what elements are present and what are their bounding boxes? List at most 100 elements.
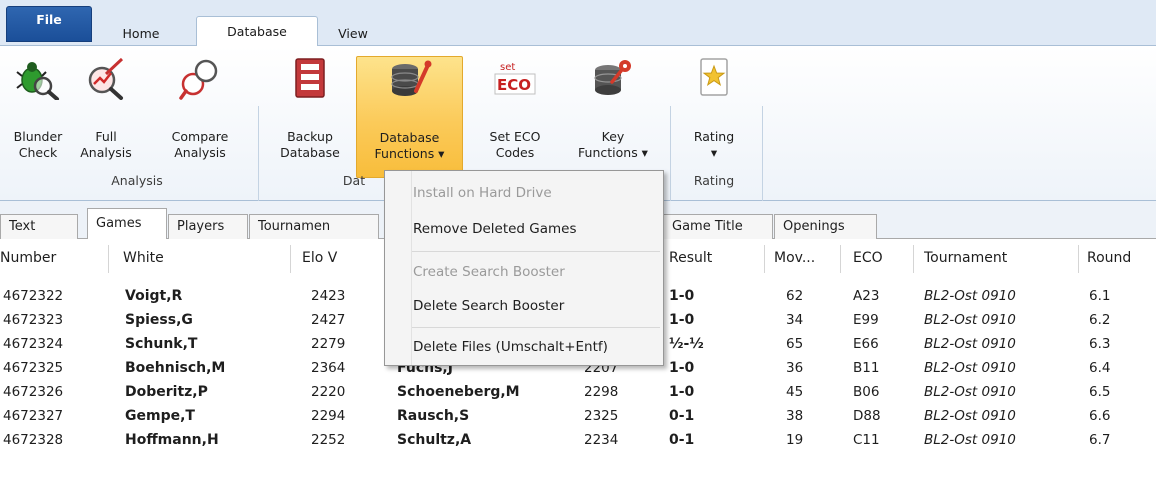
tab-database[interactable]: Database xyxy=(196,16,318,47)
label-line: Key xyxy=(601,129,625,144)
column-header-eco[interactable]: ECO xyxy=(853,239,913,277)
column-header-tournament[interactable]: Tournament xyxy=(924,239,1074,277)
tab-players[interactable]: Players xyxy=(168,214,248,240)
cell-black: Schoeneberg,M xyxy=(397,384,520,400)
cell-elo-white: 2423 xyxy=(311,288,346,304)
menu-item-delete-files[interactable]: Delete Files (Umschalt+Entf) xyxy=(386,330,662,364)
database-functions-menu: Install on Hard Drive Remove Deleted Gam… xyxy=(384,170,664,366)
cell-number: 4672323 xyxy=(3,312,64,328)
column-header-elo-white[interactable]: Elo V xyxy=(302,239,382,277)
cell-elo-white: 2252 xyxy=(311,432,346,448)
label-line: Check xyxy=(18,145,58,160)
label-line: Full xyxy=(95,129,117,144)
bug-magnifier-icon xyxy=(16,62,59,100)
cell-white: Gempe,T xyxy=(125,408,195,424)
column-divider[interactable] xyxy=(840,245,841,273)
column-header-number[interactable]: Number xyxy=(0,239,100,277)
cell-result: ½-½ xyxy=(669,336,704,352)
column-divider[interactable] xyxy=(290,245,291,273)
cell-black: Rausch,S xyxy=(397,408,470,424)
label-line: Functions ▾ xyxy=(578,145,648,160)
column-header-round[interactable]: Round xyxy=(1087,239,1156,277)
compare-analysis-button[interactable]: Compare Analysis xyxy=(162,56,238,178)
cell-tournament: BL2-Ost 0910 xyxy=(924,384,1016,400)
cell-tournament: BL2-Ost 0910 xyxy=(924,312,1016,328)
cell-tournament: BL2-Ost 0910 xyxy=(924,360,1016,376)
ribbon-tab-strip: File Home Database View xyxy=(0,0,1156,47)
compare-magnifier-icon xyxy=(179,59,218,100)
table-row[interactable]: 4672326 Doberitz,P 2220 Schoeneberg,M 22… xyxy=(0,380,1156,404)
eco-icon-small-text: set xyxy=(500,62,515,73)
star-rating-icon xyxy=(700,58,728,96)
cell-result: 1-0 xyxy=(669,312,695,328)
blunder-check-button[interactable]: Blunder Check xyxy=(8,56,68,178)
database-wrench-icon xyxy=(390,60,431,96)
tab-view[interactable]: View xyxy=(330,22,376,46)
cell-eco: E99 xyxy=(853,312,879,328)
cell-elo-white: 2279 xyxy=(311,336,346,352)
tab-home[interactable]: Home xyxy=(107,22,175,46)
column-header-white[interactable]: White xyxy=(123,239,283,277)
cell-black: Schultz,A xyxy=(397,432,472,448)
cell-elo-white: 2220 xyxy=(311,384,346,400)
table-row[interactable]: 4672327 Gempe,T 2294 Rausch,S 2325 0-1 3… xyxy=(0,404,1156,428)
cell-round: 6.6 xyxy=(1089,408,1111,424)
cell-moves: 38 xyxy=(786,408,804,424)
cell-elo-black: 2325 xyxy=(584,408,619,424)
column-divider[interactable] xyxy=(913,245,914,273)
label-line: Codes xyxy=(495,145,535,160)
cell-result: 1-0 xyxy=(669,288,695,304)
menu-item-delete-search-booster[interactable]: Delete Search Booster xyxy=(386,289,662,323)
menu-separator xyxy=(412,251,660,252)
cell-elo-black: 2234 xyxy=(584,432,619,448)
group-label-analysis: Analysis xyxy=(111,173,163,188)
cell-tournament: BL2-Ost 0910 xyxy=(924,336,1016,352)
menu-item-remove-deleted-games[interactable]: Remove Deleted Games xyxy=(386,212,662,246)
cell-round: 6.5 xyxy=(1089,384,1111,400)
group-label-rating: Rating xyxy=(693,173,735,188)
label-line: Backup xyxy=(287,129,333,144)
column-header-result[interactable]: Result xyxy=(669,239,749,277)
label-line: Set ECO xyxy=(489,129,541,144)
rating-button[interactable]: Rating ▾ xyxy=(684,56,744,178)
tab-text[interactable]: Text xyxy=(0,214,78,240)
cell-moves: 34 xyxy=(786,312,804,328)
cell-elo-white: 2294 xyxy=(311,408,346,424)
cell-white: Schunk,T xyxy=(125,336,198,352)
cell-white: Hoffmann,H xyxy=(125,432,219,448)
tab-file[interactable]: File xyxy=(6,6,92,42)
cell-round: 6.3 xyxy=(1089,336,1111,352)
cell-eco: B06 xyxy=(853,384,880,400)
table-row[interactable]: 4672328 Hoffmann,H 2252 Schultz,A 2234 0… xyxy=(0,428,1156,452)
cell-white: Voigt,R xyxy=(125,288,183,304)
cell-elo-white: 2427 xyxy=(311,312,346,328)
database-functions-button[interactable]: Database Functions ▾ xyxy=(356,56,463,178)
tab-game-title[interactable]: Game Title xyxy=(663,214,773,240)
cell-moves: 19 xyxy=(786,432,804,448)
tab-games[interactable]: Games xyxy=(87,208,167,240)
cell-white: Doberitz,P xyxy=(125,384,208,400)
column-divider[interactable] xyxy=(1078,245,1079,273)
column-divider[interactable] xyxy=(764,245,765,273)
label-line: Database xyxy=(379,130,440,145)
label-line: Analysis xyxy=(80,145,132,160)
cell-moves: 62 xyxy=(786,288,804,304)
tab-openings[interactable]: Openings xyxy=(774,214,877,240)
cell-number: 4672328 xyxy=(3,432,64,448)
label-line: Blunder xyxy=(13,129,63,144)
menu-item-create-search-booster: Create Search Booster xyxy=(413,264,565,280)
group-label-database: Dat xyxy=(342,173,366,188)
set-eco-codes-button[interactable]: set ECO Set ECO Codes xyxy=(480,56,550,178)
key-functions-button[interactable]: Key Functions ▾ xyxy=(556,56,670,178)
cell-tournament: BL2-Ost 0910 xyxy=(924,408,1016,424)
cell-number: 4672326 xyxy=(3,384,64,400)
column-divider[interactable] xyxy=(108,245,109,273)
backup-database-button[interactable]: Backup Database xyxy=(268,56,352,178)
full-analysis-button[interactable]: Full Analysis xyxy=(76,56,136,178)
menu-item-install-hard-drive: Install on Hard Drive xyxy=(413,185,552,201)
tab-tournaments[interactable]: Tournamen xyxy=(249,214,379,240)
cell-number: 4672322 xyxy=(3,288,64,304)
cell-moves: 36 xyxy=(786,360,804,376)
column-header-moves[interactable]: Mov... xyxy=(774,239,834,277)
cell-result: 1-0 xyxy=(669,384,695,400)
